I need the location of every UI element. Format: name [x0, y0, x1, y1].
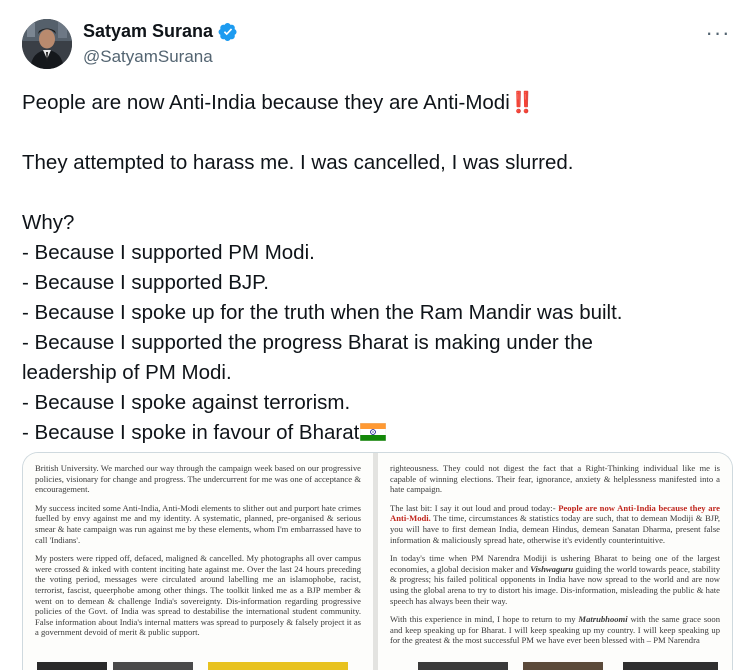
author-handle[interactable]: @SatyamSurana: [83, 47, 213, 67]
document-page-right: righteousness. They could not digest the…: [378, 453, 732, 670]
tweet-line: - Because I supported the progress Bhara…: [22, 331, 593, 354]
doc-paragraph: In today's time when PM Narendra Modiji …: [390, 553, 720, 606]
tweet-line: - Because I spoke in favour of Bharat: [22, 418, 728, 448]
document-page-left: British University. We marched our way t…: [23, 453, 373, 670]
tweet-line: - Because I supported BJP.: [22, 271, 269, 294]
tweet-line: People are now Anti-India because they a…: [22, 91, 536, 114]
tweet-line: - Because I spoke up for the truth when …: [22, 301, 623, 324]
tweet-card: Satyam Surana @SatyamSurana ··· People a…: [0, 0, 754, 670]
doc-paragraph: My success incited some Anti-India, Anti…: [35, 502, 361, 545]
verified-badge-icon[interactable]: [218, 22, 238, 42]
tweet-text: People are now Anti-India because they a…: [22, 88, 728, 448]
doc-paragraph: The last bit: I say it out loud and prou…: [390, 502, 720, 545]
author-display-name[interactable]: Satyam Surana: [83, 21, 213, 42]
more-options-icon[interactable]: ···: [706, 22, 730, 44]
tweet-line: - Because I supported PM Modi.: [22, 241, 315, 264]
tweet-line: Why?: [22, 211, 75, 234]
doc-paragraph: My posters were ripped off, defaced, mal…: [35, 553, 361, 638]
india-flag-icon: [360, 420, 387, 442]
author-name-row[interactable]: Satyam Surana: [83, 21, 238, 42]
tweet-line: They attempted to harass me. I was cance…: [22, 151, 574, 174]
avatar[interactable]: [22, 19, 72, 69]
doc-paragraph: righteousness. They could not digest the…: [390, 463, 720, 495]
tweet-line: leadership of PM Modi.: [22, 361, 232, 384]
doc-paragraph: With this experience in mind, I hope to …: [390, 614, 720, 646]
double-exclamation-icon: ‼️: [509, 91, 536, 114]
doc-paragraph: British University. We marched our way t…: [35, 463, 361, 495]
tweet-line: - Because I spoke against terrorism.: [22, 391, 351, 414]
tweet-media-image[interactable]: British University. We marched our way t…: [22, 452, 733, 670]
